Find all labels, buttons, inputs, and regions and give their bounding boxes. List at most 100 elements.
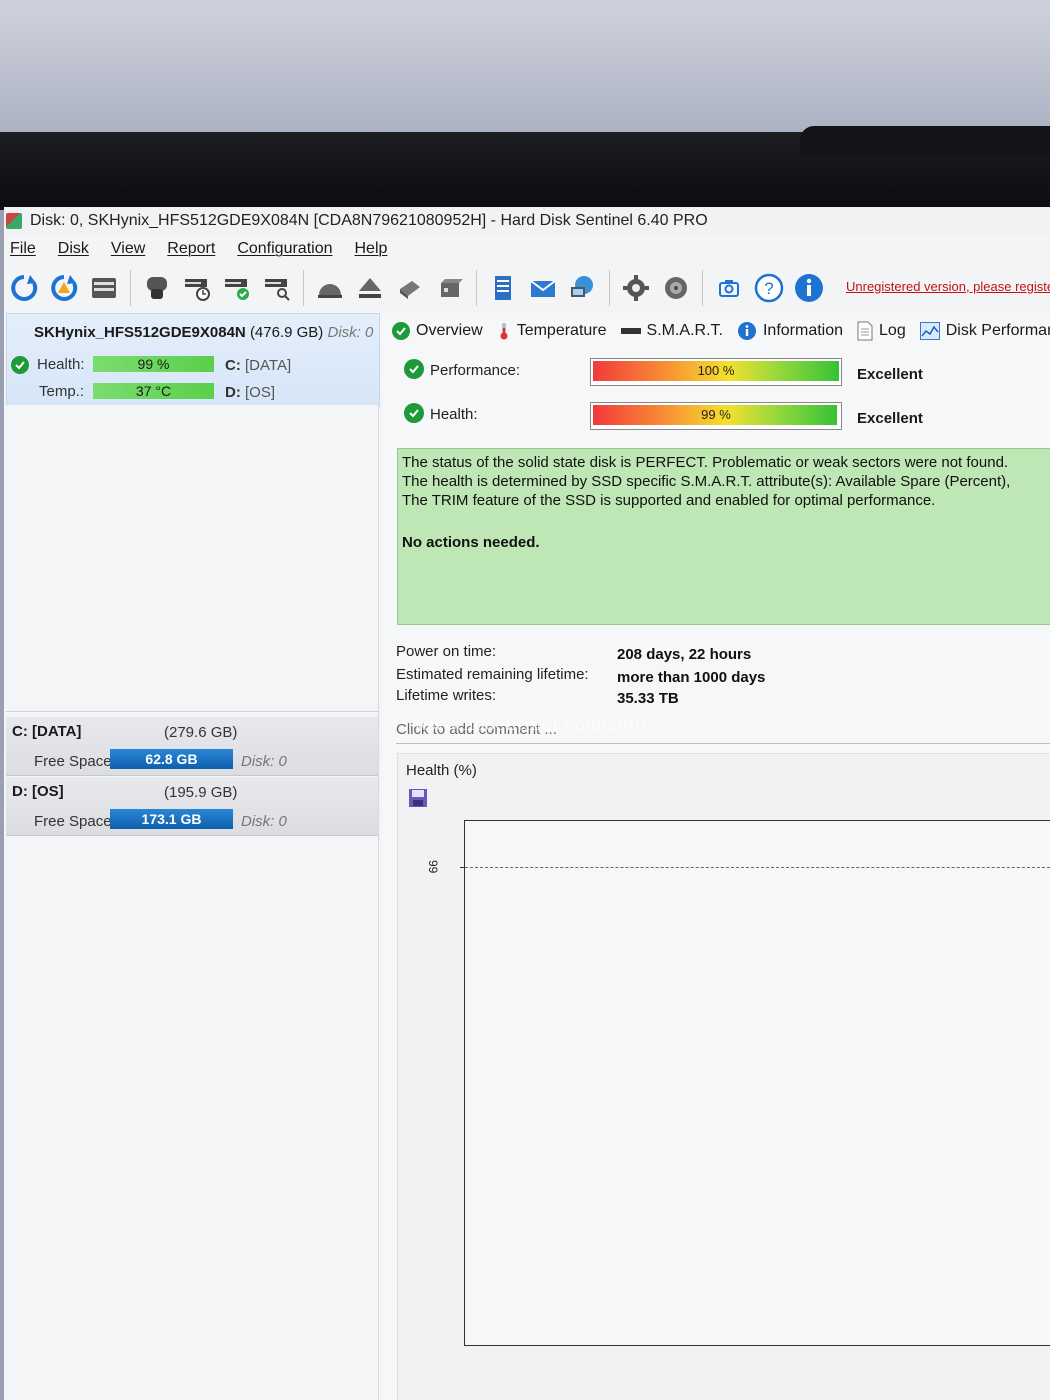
tab-label: Overview: [416, 322, 483, 339]
y-tick-label: 99: [426, 860, 440, 874]
email-icon[interactable]: [525, 270, 561, 306]
chart-plot-area: [460, 820, 1050, 1346]
disk-list-panel: SKHynix_HFS512GDE9X084N (476.9 GB) Disk:…: [4, 313, 380, 1400]
partition-d: D: [OS]: [225, 384, 275, 401]
health-label: Health:: [430, 406, 478, 423]
disk-drive-icon[interactable]: [86, 270, 122, 306]
tab-label: Log: [879, 322, 906, 339]
toolbar-separator: [609, 270, 610, 306]
health-label: Health:: [37, 356, 85, 373]
status-text: The status of the solid state disk is PE…: [402, 453, 1010, 510]
menu-file[interactable]: File: [4, 240, 48, 258]
check-icon: [392, 322, 410, 340]
performance-gauge: 100 %: [590, 358, 842, 386]
tab-temperature[interactable]: Temperature: [497, 322, 607, 340]
health-line: [465, 867, 1050, 868]
health-value: 99 %: [701, 407, 731, 422]
status-line: The health is determined by SSD specific…: [402, 473, 1011, 490]
free-space-bar: 173.1 GB: [110, 809, 233, 829]
help-icon[interactable]: ?: [751, 270, 787, 306]
status-line: The TRIM feature of the SSD is supported…: [402, 492, 936, 509]
usb-drive-icon[interactable]: [392, 270, 428, 306]
tab-bar: Overview Temperature S.M.A.R.T. Informat…: [392, 315, 1050, 347]
disk-clock-icon[interactable]: [179, 270, 215, 306]
disk-index: Disk: 0: [327, 324, 374, 341]
disk-size: (476.9 GB): [249, 324, 324, 341]
volume-disk: Disk: 0: [241, 753, 287, 770]
writes-label: Lifetime writes:: [396, 687, 497, 704]
app-window: Disk: 0, SKHynix_HFS512GDE9X084N [CDA8N7…: [4, 207, 1050, 1400]
volume-c[interactable]: C: [DATA] (279.6 GB) Free Space 62.8 GB …: [6, 717, 378, 776]
disk-card[interactable]: SKHynix_HFS512GDE9X084N (476.9 GB) Disk:…: [6, 313, 380, 407]
tab-smart[interactable]: S.M.A.R.T.: [620, 322, 723, 340]
gear-icon[interactable]: [618, 270, 654, 306]
performance-label: Performance:: [430, 362, 521, 379]
volume-name: C: [DATA]: [12, 723, 82, 740]
menu-report[interactable]: Report: [161, 240, 227, 258]
volume-d[interactable]: D: [OS] (195.9 GB) Free Space 173.1 GB D…: [6, 777, 378, 836]
status-line: The status of the solid state disk is PE…: [402, 454, 1009, 471]
tab-label: Disk Performance: [945, 322, 1050, 339]
status-message-box: The status of the solid state disk is PE…: [397, 448, 1050, 625]
partition-c: C: [DATA]: [225, 357, 291, 374]
partition-c-name: [DATA]: [245, 357, 292, 374]
app-icon: [6, 213, 22, 229]
performance-value: 100 %: [697, 363, 735, 378]
menu-help[interactable]: Help: [348, 240, 399, 258]
helmet-icon[interactable]: [312, 270, 348, 306]
tab-overview[interactable]: Overview: [392, 322, 483, 340]
health-gauge: 99 %: [590, 402, 842, 430]
mouse-icon[interactable]: [139, 270, 175, 306]
performance-ok-icon: [404, 359, 424, 379]
toolbar-separator: [130, 270, 131, 306]
power-on-value: 208 days, 22 hours: [617, 646, 752, 663]
temp-label: Temp.:: [39, 383, 85, 400]
speaker-icon[interactable]: [658, 270, 694, 306]
menu-configuration[interactable]: Configuration: [231, 240, 344, 258]
volume-disk: Disk: 0: [241, 813, 287, 830]
lifetime-label: Estimated remaining lifetime:: [396, 666, 589, 683]
volume-size: (279.6 GB): [164, 724, 238, 741]
drive-icon: [620, 326, 641, 336]
info-icon: [737, 321, 757, 341]
info-icon[interactable]: [791, 270, 827, 306]
disk-title: SKHynix_HFS512GDE9X084N (476.9 GB) Disk:…: [34, 324, 373, 341]
tab-label: S.M.A.R.T.: [646, 322, 723, 339]
health-ok-icon: [11, 356, 29, 374]
power-on-label: Power on time:: [396, 643, 497, 660]
external-drive-icon[interactable]: [432, 270, 468, 306]
svg-text:?: ?: [764, 279, 773, 298]
details-panel: Overview Temperature S.M.A.R.T. Informat…: [382, 313, 1050, 1400]
refresh-icon[interactable]: [6, 270, 42, 306]
toolbar-separator: [476, 270, 477, 306]
refresh-warning-icon[interactable]: [46, 270, 82, 306]
menu-view[interactable]: View: [105, 240, 157, 258]
volume-size: (195.9 GB): [164, 784, 238, 801]
performance-rating: Excellent: [857, 366, 923, 383]
disk-search-icon[interactable]: [259, 270, 295, 306]
chart-title: Health (%): [406, 762, 477, 779]
writes-value: 35.33 TB: [617, 690, 679, 707]
menu-disk[interactable]: Disk: [52, 240, 101, 258]
network-icon[interactable]: [565, 270, 601, 306]
monitor-bezel-edge: [800, 126, 1050, 156]
lifetime-value: more than 1000 days: [617, 669, 766, 686]
partition-d-name: [OS]: [245, 384, 276, 401]
tab-information[interactable]: Information: [737, 321, 843, 341]
toolbar: ? Unregistered version, please register: [4, 265, 1050, 311]
disk-check-icon[interactable]: [219, 270, 255, 306]
performance-chart-icon: [919, 322, 940, 340]
watermark: www.hdsentinel.com/soto: [414, 715, 646, 735]
disk-name: SKHynix_HFS512GDE9X084N: [34, 324, 246, 341]
save-icon[interactable]: [408, 788, 428, 808]
disk-list-empty-area: [6, 405, 378, 712]
unregistered-link[interactable]: Unregistered version, please register: [846, 279, 1050, 294]
tab-log[interactable]: Log: [857, 321, 906, 341]
free-space-bar: 62.8 GB: [110, 749, 233, 769]
eject-icon[interactable]: [352, 270, 388, 306]
tab-label: Information: [762, 322, 844, 339]
camera-icon[interactable]: [711, 270, 747, 306]
status-action: No actions needed.: [402, 534, 540, 551]
tab-disk-performance[interactable]: Disk Performance: [919, 322, 1050, 340]
notepad-icon[interactable]: [485, 270, 521, 306]
